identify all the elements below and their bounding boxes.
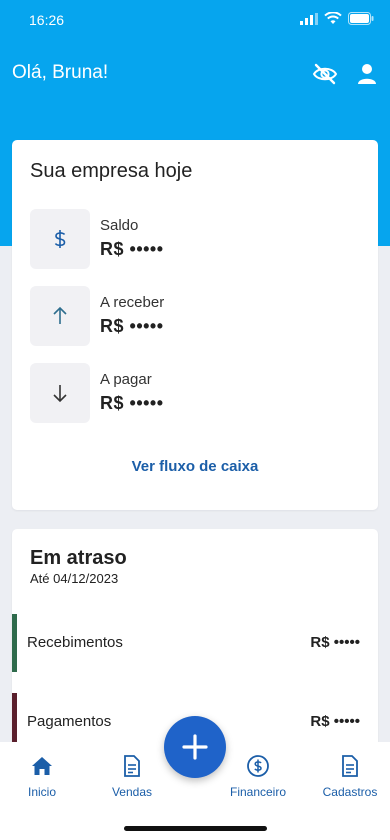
company-today-card: Sua empresa hoje Saldo R$ ••••• A recebe… (12, 140, 378, 510)
overdue-subtitle: Até 04/12/2023 (30, 571, 119, 586)
tab-label: Inicio (27, 785, 56, 799)
tab-label: Financeiro (229, 785, 287, 799)
arrow-down-icon (53, 385, 67, 403)
battery-icon (348, 12, 374, 25)
row-value: R$ ••••• (310, 713, 360, 730)
tab-label: Cadastros (322, 785, 378, 799)
metric-icon-box (30, 209, 90, 269)
row-color-bar (12, 614, 17, 672)
metric-value: R$ ••••• (100, 316, 164, 336)
metric-icon-box (30, 363, 90, 423)
metric-label: A pagar (100, 371, 152, 388)
signal-icon (300, 12, 318, 25)
plus-icon (182, 734, 208, 760)
home-indicator (124, 826, 267, 831)
row-label: Recebimentos (27, 634, 123, 651)
home-icon (32, 757, 52, 775)
row-label: Pagamentos (27, 713, 112, 730)
metric-value: R$ ••••• (100, 239, 164, 259)
wifi-icon (324, 12, 342, 24)
document-icon (124, 755, 140, 777)
status-bar: 16:26 (0, 0, 390, 40)
tab-financeiro[interactable]: Financeiro (219, 742, 297, 812)
metric-icon-box (30, 286, 90, 346)
dollar-circle-icon (247, 755, 269, 777)
user-icon[interactable] (356, 62, 378, 86)
eye-off-icon[interactable] (312, 62, 338, 86)
card-title: Sua empresa hoje (30, 160, 193, 182)
document-icon (342, 755, 358, 777)
metric-label: Saldo (100, 217, 139, 234)
status-icons (300, 12, 374, 25)
overdue-title: Em atraso (30, 547, 127, 569)
tab-inicio[interactable]: Inicio (3, 742, 81, 812)
metric-a-pagar[interactable]: A pagar R$ ••••• (30, 363, 330, 423)
row-value: R$ ••••• (310, 634, 360, 651)
overdue-row-recebimentos[interactable]: Recebimentos R$ ••••• (12, 614, 366, 672)
metric-a-receber[interactable]: A receber R$ ••••• (30, 286, 330, 346)
tab-vendas[interactable]: Vendas (93, 742, 171, 812)
dollar-icon (54, 230, 66, 248)
metric-label: A receber (100, 294, 165, 311)
add-button[interactable] (164, 716, 226, 778)
cash-flow-link[interactable]: Ver fluxo de caixa (12, 458, 378, 475)
tab-cadastros[interactable]: Cadastros (311, 742, 389, 812)
status-time: 16:26 (29, 12, 65, 28)
tab-label: Vendas (111, 785, 153, 799)
arrow-up-icon (53, 306, 67, 324)
metric-saldo[interactable]: Saldo R$ ••••• (30, 209, 330, 269)
greeting: Olá, Bruna! (12, 62, 109, 83)
metric-value: R$ ••••• (100, 393, 164, 413)
